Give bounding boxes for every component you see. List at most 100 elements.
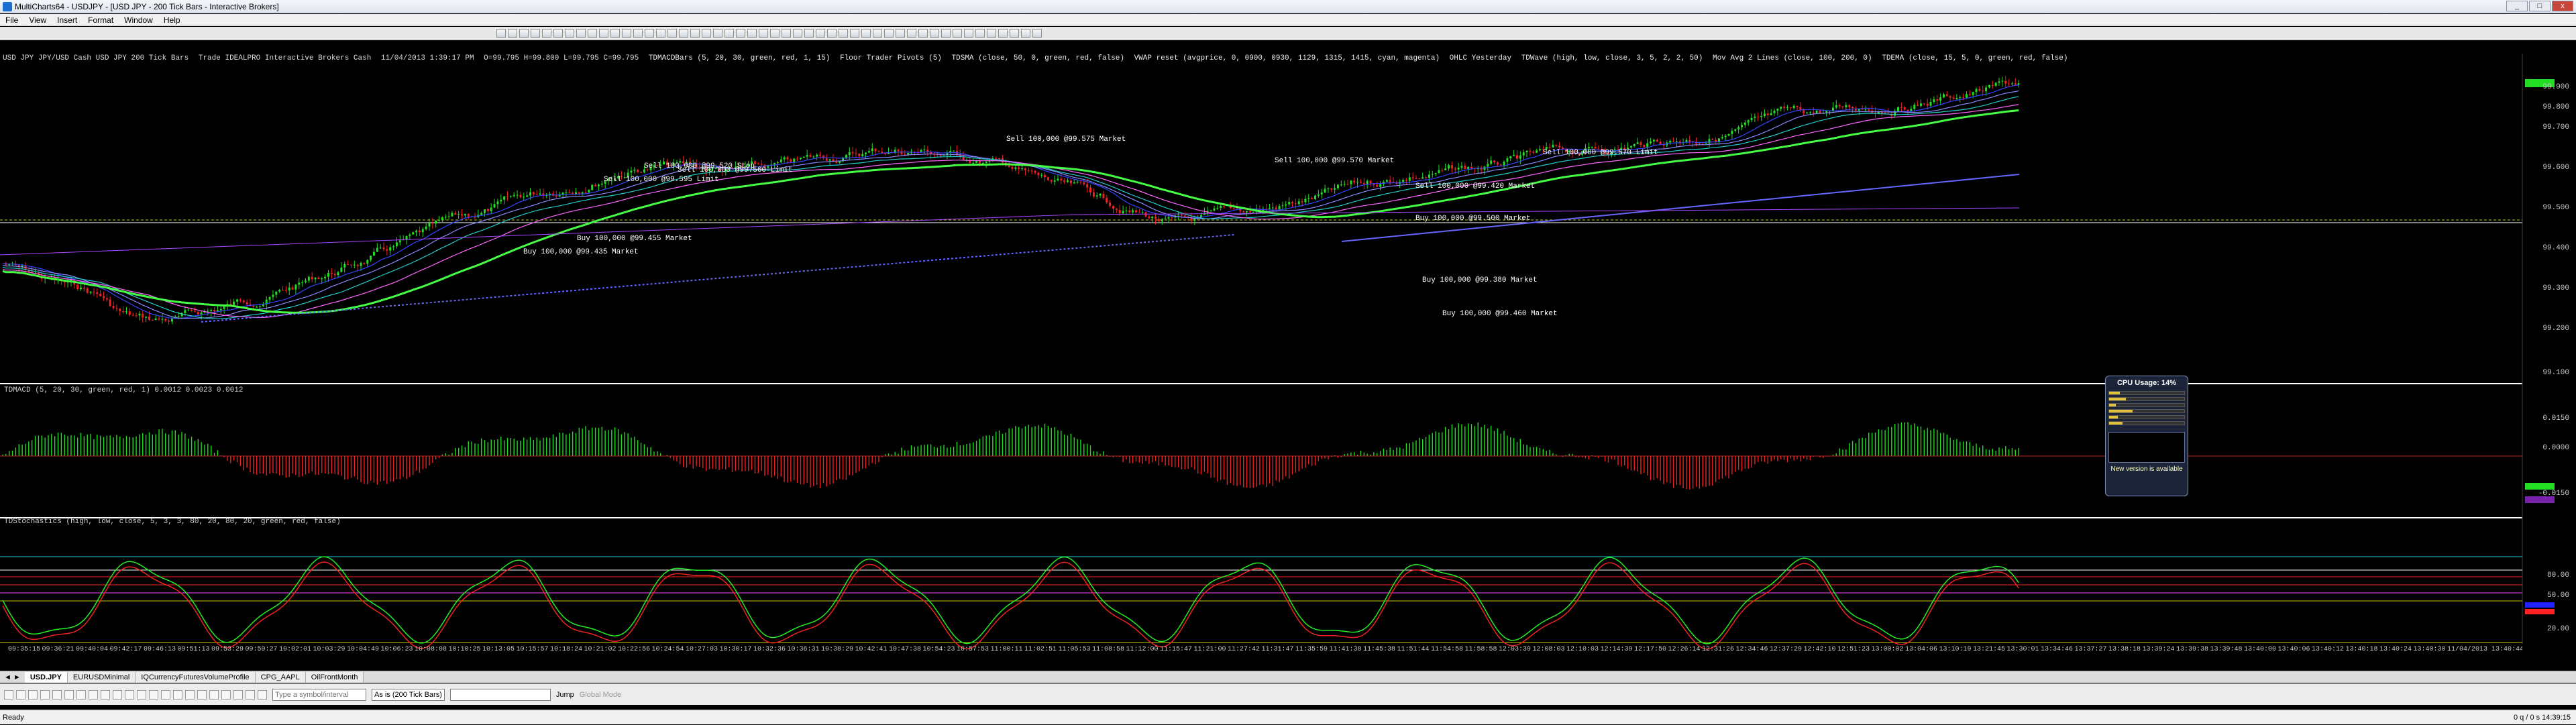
- menu-window[interactable]: Window: [119, 15, 158, 25]
- toolbar-tool-icon[interactable]: [656, 29, 665, 38]
- toolbar-tool-icon[interactable]: [964, 29, 973, 38]
- chart-mark: [1223, 205, 1226, 207]
- chart-canvas[interactable]: Sell 100,000 @99.595 Limit Sell 100,000 @…: [0, 40, 2576, 664]
- toolbar-tool-icon[interactable]: [724, 29, 734, 38]
- drawing-tool-icon[interactable]: [101, 689, 110, 700]
- drawing-tool-icon[interactable]: [28, 689, 38, 700]
- toolbar-tool-icon[interactable]: [839, 29, 848, 38]
- drawing-tool-icon[interactable]: [161, 689, 170, 700]
- drawing-tool-icon[interactable]: [258, 689, 267, 700]
- toolbar-tool-icon[interactable]: [907, 29, 916, 38]
- drawing-tool-icon[interactable]: [89, 689, 98, 700]
- toolbar-tool-icon[interactable]: [690, 29, 700, 38]
- drawing-tool-icon[interactable]: [16, 689, 25, 700]
- menu-help[interactable]: Help: [158, 15, 186, 25]
- toolbar-tool-icon[interactable]: [645, 29, 654, 38]
- chart-mark: [405, 235, 408, 240]
- toolbar-tool-icon[interactable]: [610, 29, 620, 38]
- toolbar-tool-icon[interactable]: [599, 29, 608, 38]
- chart-mark: [1724, 135, 1727, 137]
- drawing-tool-icon[interactable]: [52, 689, 62, 700]
- toolbar-tool-icon[interactable]: [565, 29, 574, 38]
- drawing-tool-icon[interactable]: [4, 689, 13, 700]
- global-mode-toggle[interactable]: Global Mode: [580, 691, 621, 699]
- toolbar-tool-icon[interactable]: [496, 29, 506, 38]
- toolbar-tool-icon[interactable]: [861, 29, 871, 38]
- toolbar-tool-icon[interactable]: [759, 29, 768, 38]
- drawing-tool-icon[interactable]: [246, 689, 255, 700]
- toolbar-tool-icon[interactable]: [1032, 29, 1042, 38]
- toolbar-tool-icon[interactable]: [667, 29, 677, 38]
- tab-eurusd[interactable]: EURUSDMinimal: [67, 671, 136, 683]
- chart-mark: [1770, 113, 1772, 115]
- toolbar-tool-icon[interactable]: [930, 29, 939, 38]
- toolbar-tool-icon[interactable]: [531, 29, 540, 38]
- toolbar-tool-icon[interactable]: [850, 29, 859, 38]
- close-button[interactable]: x: [2552, 1, 2573, 11]
- interval-select[interactable]: As is (200 Tick Bars): [372, 688, 445, 701]
- drawing-tool-icon[interactable]: [137, 689, 146, 700]
- toolbar-tool-icon[interactable]: [770, 29, 780, 38]
- toolbar-tool-icon[interactable]: [998, 29, 1008, 38]
- chart-mark: [1792, 105, 1795, 109]
- toolbar-tool-icon[interactable]: [782, 29, 791, 38]
- toolbar-tool-icon[interactable]: [1010, 29, 1019, 38]
- toolbar-tool-icon[interactable]: [553, 29, 563, 38]
- price-tick: 99.800: [2542, 103, 2569, 111]
- toolbar-tool-icon[interactable]: [633, 29, 643, 38]
- menu-format[interactable]: Format: [83, 15, 119, 25]
- drawing-tool-icon[interactable]: [149, 689, 158, 700]
- menu-file[interactable]: File: [0, 15, 23, 25]
- toolbar-tool-icon[interactable]: [508, 29, 517, 38]
- menu-insert[interactable]: Insert: [52, 15, 83, 25]
- tab-usdjpy[interactable]: USD.JPY: [24, 671, 68, 683]
- drawing-tool-icon[interactable]: [125, 689, 134, 700]
- toolbar-tool-icon[interactable]: [873, 29, 882, 38]
- chart-mark: [1841, 106, 1844, 107]
- toolbar-tool-icon[interactable]: [736, 29, 745, 38]
- toolbar-tool-icon[interactable]: [987, 29, 996, 38]
- toolbar-tool-icon[interactable]: [679, 29, 688, 38]
- toolbar-tool-icon[interactable]: [576, 29, 586, 38]
- drawing-tool-icon[interactable]: [40, 689, 50, 700]
- menu-view[interactable]: View: [23, 15, 52, 25]
- drawing-tool-icon[interactable]: [185, 689, 195, 700]
- drawing-tool-icon[interactable]: [197, 689, 207, 700]
- toolbar-tool-icon[interactable]: [793, 29, 802, 38]
- toolbar-tool-icon[interactable]: [588, 29, 597, 38]
- toolbar-tool-icon[interactable]: [918, 29, 928, 38]
- drawing-tool-icon[interactable]: [76, 689, 86, 700]
- drawing-tool-icon[interactable]: [64, 689, 74, 700]
- toolbar-tool-icon[interactable]: [816, 29, 825, 38]
- minimize-button[interactable]: _: [2506, 1, 2528, 11]
- toolbar-tool-icon[interactable]: [747, 29, 757, 38]
- toolbar-tool-icon[interactable]: [804, 29, 814, 38]
- drawing-tool-icon[interactable]: [221, 689, 231, 700]
- toolbar-tool-icon[interactable]: [1021, 29, 1030, 38]
- toolbar-tool-icon[interactable]: [519, 29, 529, 38]
- cpu-usage-widget[interactable]: CPU Usage: 14% New version is available: [2105, 376, 2188, 496]
- tab-iqcurrency[interactable]: IQCurrencyFuturesVolumeProfile: [136, 671, 256, 683]
- toolbar-tool-icon[interactable]: [827, 29, 837, 38]
- toolbar-tool-icon[interactable]: [622, 29, 631, 38]
- cpu-footer[interactable]: New version is available: [2108, 465, 2185, 473]
- toolbar-tool-icon[interactable]: [941, 29, 951, 38]
- toolbar-tool-icon[interactable]: [953, 29, 962, 38]
- toolbar-tool-icon[interactable]: [713, 29, 722, 38]
- tab-cpg-aapl[interactable]: CPG_AAPL: [255, 671, 306, 683]
- toolbar-tool-icon[interactable]: [702, 29, 711, 38]
- drawing-tool-icon[interactable]: [209, 689, 219, 700]
- toolbar-tool-icon[interactable]: [884, 29, 894, 38]
- drawing-tool-icon[interactable]: [113, 689, 122, 700]
- chart-mark: [1060, 178, 1063, 181]
- date-select[interactable]: [449, 688, 551, 701]
- tab-oil[interactable]: OilFrontMonth: [305, 671, 364, 683]
- jump-button[interactable]: Jump: [556, 691, 574, 699]
- toolbar-tool-icon[interactable]: [975, 29, 985, 38]
- symbol-input[interactable]: [272, 688, 366, 701]
- toolbar-tool-icon[interactable]: [542, 29, 551, 38]
- drawing-tool-icon[interactable]: [173, 689, 182, 700]
- toolbar-tool-icon[interactable]: [896, 29, 905, 38]
- maximize-button[interactable]: □: [2529, 1, 2551, 11]
- drawing-tool-icon[interactable]: [233, 689, 243, 700]
